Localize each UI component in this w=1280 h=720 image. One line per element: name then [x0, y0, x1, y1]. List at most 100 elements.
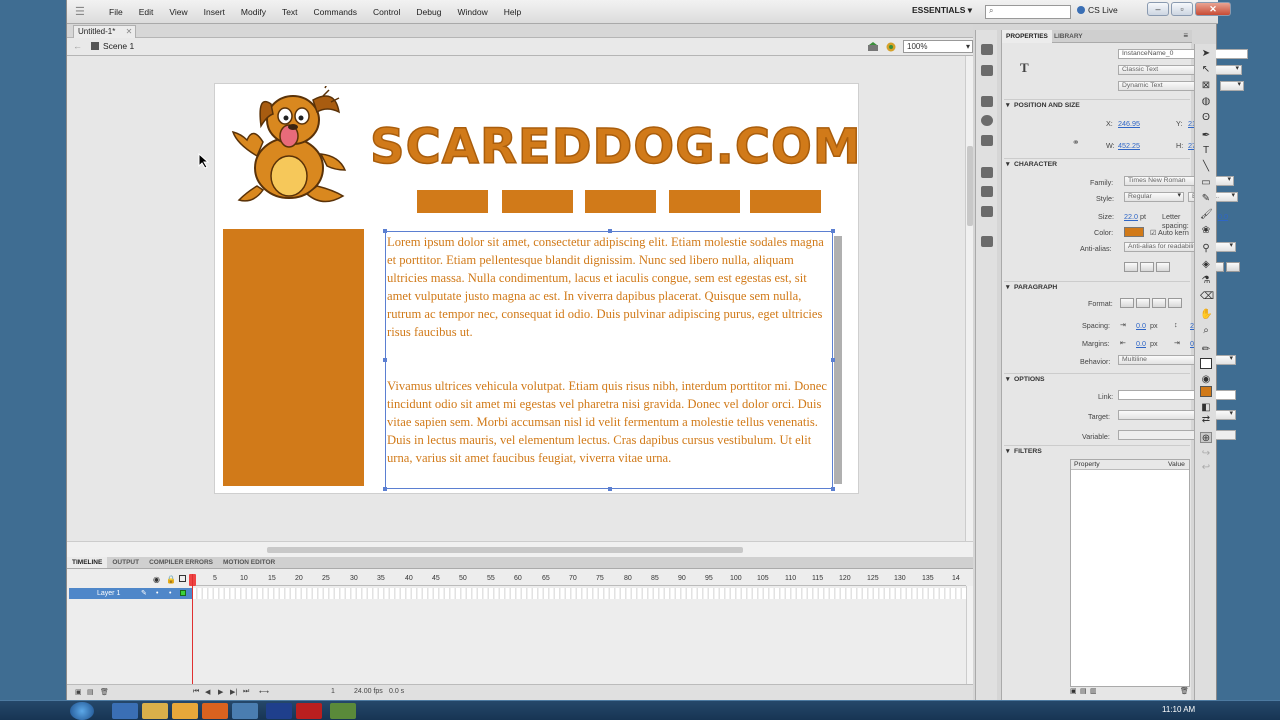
go-last-icon[interactable]: ⏭ — [243, 688, 249, 696]
behavior-select[interactable]: Multiline — [1118, 355, 1236, 365]
text-color-swatch[interactable] — [1124, 227, 1144, 237]
lasso-tool-icon[interactable]: ʘ — [1200, 112, 1212, 123]
close-window-button[interactable]: ✕ — [1195, 2, 1231, 16]
subscript-icon[interactable] — [1226, 262, 1240, 272]
explorer-taskbar-icon[interactable] — [142, 703, 168, 719]
align-justify-icon[interactable] — [1168, 298, 1182, 308]
section-paragraph[interactable]: PARAGRAPH — [1004, 281, 1190, 293]
resize-handle[interactable] — [608, 487, 612, 491]
preset-icon[interactable]: ▤ — [1080, 687, 1087, 695]
close-tab-icon[interactable]: ✕ — [126, 26, 133, 38]
instance-name-field[interactable]: InstanceName_0 — [1118, 49, 1248, 59]
text-paragraph-2[interactable]: Vivamus ultrices vehicula volutpat. Etia… — [387, 377, 833, 467]
subselection-tool-icon[interactable]: ↖ — [1200, 64, 1212, 75]
flash-taskbar-icon[interactable] — [296, 703, 322, 719]
paint-bucket-tool-icon[interactable]: ◈ — [1200, 259, 1212, 270]
text-type-select[interactable]: Dynamic Text — [1118, 81, 1206, 91]
left-margin-value[interactable]: 0.0 — [1136, 339, 1146, 348]
pencil-tool-icon[interactable]: ✎ — [1200, 193, 1212, 204]
tab-properties[interactable]: PROPERTIES — [1002, 30, 1052, 43]
resize-handle[interactable] — [608, 229, 612, 233]
menu-window[interactable]: Window — [449, 0, 495, 24]
frame-cells[interactable] — [192, 588, 966, 599]
show-border-icon[interactable] — [1156, 262, 1170, 272]
hand-tool-icon[interactable]: ✋ — [1200, 309, 1212, 320]
stage-horizontal-scrollbar[interactable] — [67, 541, 973, 557]
menu-file[interactable]: File — [101, 0, 131, 24]
frame-rate[interactable]: 24.00 fps — [354, 688, 383, 695]
menu-commands[interactable]: Commands — [306, 0, 365, 24]
font-style-select[interactable]: Regular — [1124, 192, 1184, 202]
resize-handle[interactable] — [831, 487, 835, 491]
nav-button-2[interactable] — [502, 190, 573, 213]
tab-compiler-errors[interactable]: COMPILER ERRORS — [144, 557, 218, 568]
align-center-icon[interactable] — [1136, 298, 1150, 308]
align-left-icon[interactable] — [1120, 298, 1134, 308]
maximize-button[interactable]: ▫ — [1171, 2, 1193, 16]
pen-tool-icon[interactable]: ✒ — [1200, 130, 1212, 141]
stage[interactable]: SCAREDDOG.COM Lorem ipsum dolor sit amet… — [214, 83, 861, 494]
code-snippets-icon[interactable] — [981, 167, 993, 178]
delete-layer-icon[interactable]: 🗑 — [100, 688, 109, 696]
tab-library[interactable]: LIBRARY — [1050, 30, 1087, 43]
folder-taskbar-icon[interactable] — [172, 703, 198, 719]
tab-output[interactable]: OUTPUT — [107, 557, 144, 568]
sidebar-box[interactable] — [223, 229, 364, 486]
lock-icon[interactable]: 🔒 — [166, 575, 176, 584]
help-search-input[interactable]: ⌕ — [985, 5, 1071, 19]
back-arrow-icon[interactable]: ← — [73, 41, 82, 51]
3d-rotation-tool-icon[interactable]: ◍ — [1200, 96, 1212, 107]
other-taskbar-icon[interactable] — [330, 703, 356, 719]
delete-filter-icon[interactable]: 🗑 — [1180, 687, 1189, 695]
straighten-icon[interactable]: ↩ — [1200, 462, 1212, 473]
clipboard-icon[interactable]: ▥ — [1090, 687, 1097, 695]
x-value[interactable]: 246.95 — [1118, 119, 1140, 128]
selected-text-field[interactable]: Lorem ipsum dolor sit amet, consectetur … — [383, 229, 842, 491]
link-field[interactable] — [1118, 390, 1236, 400]
render-html-icon[interactable] — [1140, 262, 1154, 272]
section-filters[interactable]: FILTERS — [1004, 445, 1190, 457]
zoom-select[interactable]: 100% ▾ — [903, 40, 973, 53]
selection-tool-icon[interactable]: ➤ — [1200, 48, 1212, 59]
scroll-thumb[interactable] — [967, 146, 973, 226]
ie-taskbar-icon[interactable] — [112, 703, 138, 719]
timeline-ruler[interactable]: 5 10 15 20 25 30 35 40 45 50 55 60 65 70… — [191, 574, 966, 586]
workspace-switcher[interactable]: ESSENTIALS ▾ — [912, 5, 972, 16]
color-panel-icon[interactable] — [981, 44, 993, 55]
layer-outline-swatch[interactable] — [180, 590, 186, 596]
eye-icon[interactable]: ◉ — [153, 575, 160, 584]
taskbar-clock[interactable]: 11:10 AM — [1162, 705, 1195, 714]
section-character[interactable]: CHARACTER — [1004, 158, 1190, 170]
nav-button-1[interactable] — [417, 190, 488, 213]
resize-handle[interactable] — [383, 358, 387, 362]
start-button[interactable] — [70, 702, 94, 720]
app-taskbar-icon[interactable] — [232, 703, 258, 719]
menu-control[interactable]: Control — [365, 0, 408, 24]
document-tab[interactable]: Untitled-1* ✕ — [73, 25, 137, 38]
menu-text[interactable]: Text — [274, 0, 306, 24]
antialias-select[interactable]: Anti-alias for readability — [1124, 242, 1236, 252]
stroke-color-icon[interactable]: ✏ — [1200, 344, 1212, 355]
rectangle-tool-icon[interactable]: ▭ — [1200, 177, 1212, 188]
font-size-value[interactable]: 22.0 — [1124, 212, 1138, 221]
edit-symbols-icon[interactable] — [885, 41, 897, 52]
new-layer-icon[interactable]: ▣ — [75, 688, 82, 696]
deco-tool-icon[interactable]: ❀ — [1200, 225, 1212, 236]
minimize-button[interactable]: – — [1147, 2, 1169, 16]
step-forward-icon[interactable]: ▶| — [230, 688, 237, 696]
edit-scene-icon[interactable] — [867, 41, 879, 52]
pencil-icon[interactable]: ✎ — [141, 588, 147, 599]
components-icon[interactable] — [981, 186, 993, 197]
tab-timeline[interactable]: TIMELINE — [67, 557, 108, 568]
target-select[interactable] — [1118, 410, 1236, 420]
resize-handle[interactable] — [831, 229, 835, 233]
indent-value[interactable]: 0.0 — [1136, 321, 1146, 330]
filters-table[interactable]: Property Value — [1070, 459, 1190, 687]
section-options[interactable]: OPTIONS — [1004, 373, 1190, 385]
brush-tool-icon[interactable]: 🖌 — [1200, 209, 1213, 220]
nav-button-4[interactable] — [669, 190, 740, 213]
zoom-tool-icon[interactable]: ⌕ — [1200, 325, 1212, 336]
info-panel-icon[interactable] — [981, 115, 993, 126]
resize-handle[interactable] — [383, 487, 387, 491]
section-position-size[interactable]: POSITION AND SIZE — [1004, 99, 1190, 111]
